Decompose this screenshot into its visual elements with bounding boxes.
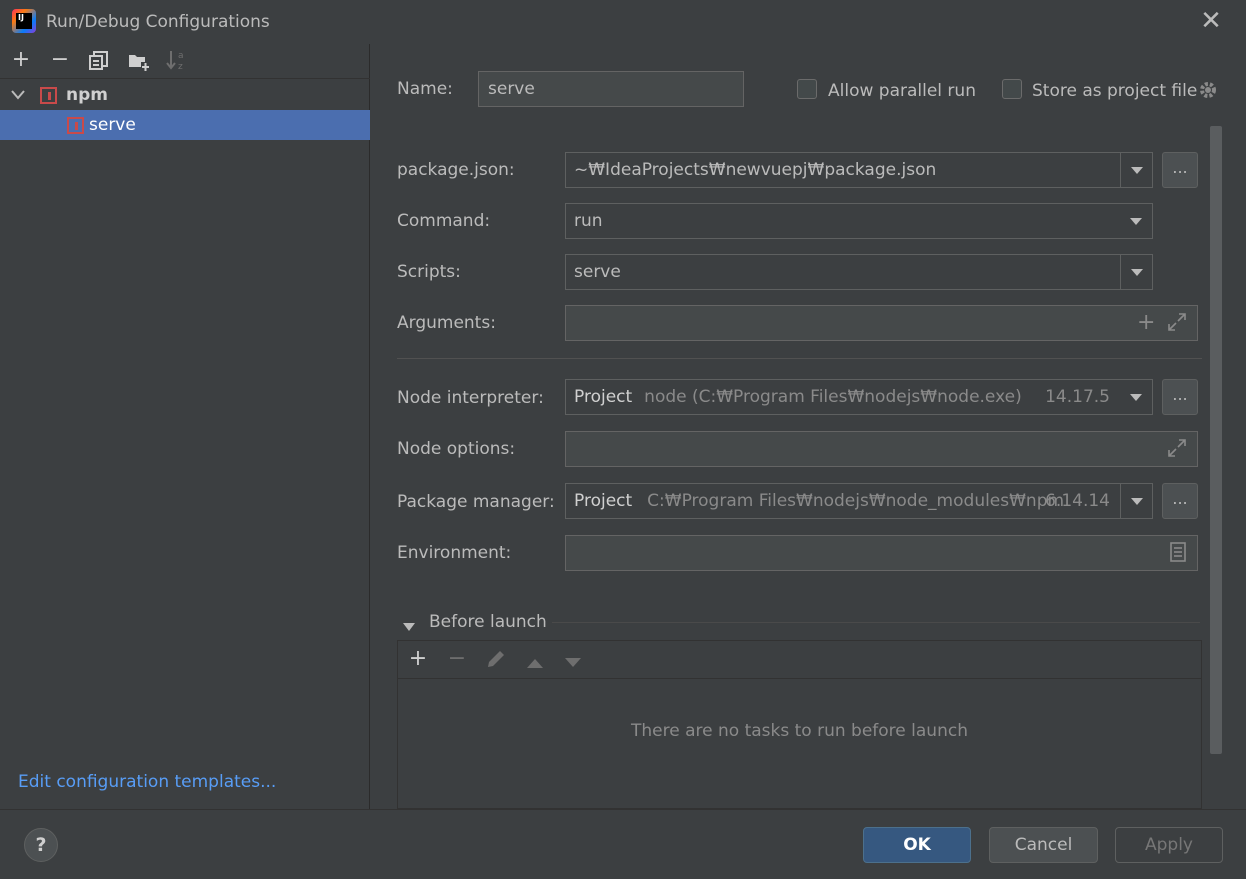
environment-label: Environment: [397, 543, 512, 563]
window-title: Run/Debug Configurations [46, 12, 270, 32]
before-launch-title: Before launch [429, 612, 547, 632]
close-icon[interactable]: ✕ [1198, 8, 1224, 34]
sort-alphabetically-icon[interactable]: az [165, 48, 189, 72]
panel-scrollbar[interactable] [1210, 126, 1222, 754]
edit-environment-icon[interactable] [1169, 542, 1187, 562]
apply-button[interactable]: Apply [1115, 827, 1223, 863]
collapse-triangle-icon[interactable] [402, 617, 416, 631]
node-options-label: Node options: [397, 439, 516, 459]
command-select[interactable]: run [565, 203, 1153, 239]
dropdown-arrow-icon[interactable] [1120, 380, 1152, 414]
node-interpreter-select[interactable]: Project node (C:₩Program Files₩nodejs₩no… [565, 379, 1153, 415]
tree-group-label: npm [66, 85, 108, 105]
move-down-icon[interactable] [564, 654, 582, 667]
package-json-browse-button[interactable]: ... [1162, 152, 1198, 188]
toolbar-divider [0, 78, 370, 79]
before-launch-toolbar [398, 641, 1201, 679]
node-options-input[interactable] [565, 431, 1198, 467]
title-bar: IJ Run/Debug Configurations ✕ [0, 0, 1246, 44]
node-interpreter-browse-button[interactable]: ... [1162, 379, 1198, 415]
package-manager-browse-button[interactable]: ... [1162, 483, 1198, 519]
allow-parallel-run-checkbox[interactable] [797, 79, 817, 99]
dropdown-arrow-icon[interactable] [1120, 484, 1152, 518]
remove-task-icon[interactable]: − [444, 646, 470, 672]
gear-icon[interactable] [1197, 79, 1219, 101]
scripts-label: Scripts: [397, 262, 461, 282]
package-json-value: ~₩IdeaProjects₩newvuepj₩package.json [574, 160, 937, 180]
add-task-icon[interactable]: + [405, 646, 431, 672]
edit-configuration-templates-link[interactable]: Edit configuration templates... [18, 772, 276, 792]
command-label: Command: [397, 211, 491, 231]
package-manager-version: 6.14.14 [1045, 491, 1110, 511]
add-configuration-icon[interactable]: + [8, 47, 34, 73]
store-as-project-file-checkbox[interactable] [1002, 79, 1022, 99]
package-json-label: package.json: [397, 160, 515, 180]
package-manager-path: C:₩Program Files₩nodejs₩node_modules₩npm [647, 491, 1065, 511]
svg-text:z: z [178, 62, 183, 72]
copy-configuration-icon[interactable] [88, 49, 110, 71]
intellij-logo-icon: IJ [12, 9, 36, 33]
scripts-combo[interactable]: serve [565, 254, 1153, 290]
before-launch-divider [552, 622, 1200, 623]
dropdown-arrow-icon[interactable] [1120, 153, 1152, 187]
move-up-icon[interactable] [526, 654, 544, 668]
arguments-label: Arguments: [397, 313, 496, 333]
command-value: run [574, 211, 603, 231]
name-input[interactable]: serve [478, 71, 744, 107]
section-divider [397, 358, 1202, 359]
dropdown-arrow-icon[interactable] [1120, 204, 1152, 238]
tree-item-label: serve [89, 115, 136, 135]
environment-input[interactable] [565, 535, 1198, 571]
name-label: Name: [397, 79, 453, 99]
svg-text:a: a [178, 51, 184, 61]
configurations-sidebar: + − az [0, 44, 370, 809]
npm-icon [67, 116, 84, 134]
node-interpreter-label: Node interpreter: [397, 388, 544, 408]
cancel-button[interactable]: Cancel [989, 827, 1098, 863]
package-json-combo[interactable]: ~₩IdeaProjects₩newvuepj₩package.json [565, 152, 1153, 188]
allow-parallel-run-label: Allow parallel run [828, 81, 976, 101]
arguments-input[interactable] [565, 305, 1198, 341]
store-as-project-file-label: Store as project file [1032, 81, 1198, 101]
help-button[interactable]: ? [24, 828, 58, 862]
node-interpreter-version: 14.17.5 [1045, 387, 1110, 407]
expand-icon[interactable] [1167, 312, 1187, 332]
node-interpreter-scope: Project [574, 387, 633, 407]
before-launch-empty-text: There are no tasks to run before launch [631, 721, 968, 741]
tree-item-serve[interactable]: serve [0, 110, 370, 140]
package-manager-label: Package manager: [397, 492, 555, 512]
dropdown-arrow-icon[interactable] [1120, 255, 1152, 289]
npm-icon [40, 86, 57, 104]
folder-add-icon[interactable] [127, 50, 151, 72]
package-manager-combo[interactable]: Project C:₩Program Files₩nodejs₩node_mod… [565, 483, 1153, 519]
ok-button[interactable]: OK [863, 827, 971, 863]
scripts-value: serve [574, 262, 621, 282]
expand-icon[interactable] [1167, 438, 1187, 458]
edit-pencil-icon[interactable] [485, 648, 507, 670]
dialog-footer: ? OK Cancel Apply [0, 809, 1246, 879]
tree-group-npm[interactable]: npm [0, 80, 370, 110]
package-manager-scope: Project [574, 491, 633, 511]
node-interpreter-path: node (C:₩Program Files₩nodejs₩node.exe) [644, 387, 1022, 407]
remove-configuration-icon[interactable]: − [47, 47, 73, 73]
chevron-down-icon[interactable] [0, 90, 36, 100]
add-macro-icon[interactable]: + [1137, 312, 1155, 334]
